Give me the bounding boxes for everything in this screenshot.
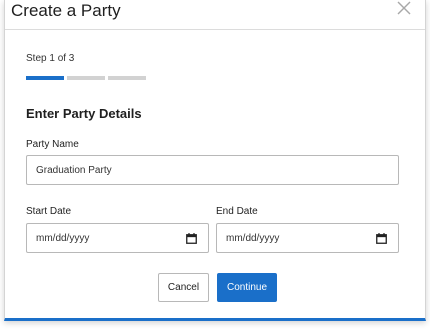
end-date-input[interactable]: mm/dd/yyyy	[216, 223, 399, 253]
close-icon[interactable]	[397, 1, 413, 17]
calendar-icon[interactable]	[376, 233, 387, 247]
party-name-input[interactable]: Graduation Party	[26, 155, 399, 185]
dialog-header: Create a Party	[5, 0, 425, 30]
party-name-label: Party Name	[26, 139, 79, 150]
step-segment-3	[108, 76, 146, 80]
step-indicator-label: Step 1 of 3	[26, 53, 75, 64]
end-date-label: End Date	[216, 206, 258, 217]
start-date-placeholder: mm/dd/yyyy	[36, 232, 90, 244]
create-party-dialog: Create a Party Step 1 of 3 Enter Party D…	[4, 0, 426, 321]
start-date-label: Start Date	[26, 206, 72, 217]
section-title: Enter Party Details	[26, 106, 142, 121]
step-segment-1	[26, 76, 64, 80]
cancel-button[interactable]: Cancel	[158, 273, 209, 302]
step-segment-2	[67, 76, 105, 80]
party-name-value: Graduation Party	[36, 164, 112, 176]
dialog-title: Create a Party	[11, 1, 121, 20]
continue-button[interactable]: Continue	[217, 273, 277, 302]
end-date-placeholder: mm/dd/yyyy	[226, 232, 280, 244]
calendar-icon[interactable]	[186, 233, 197, 247]
start-date-input[interactable]: mm/dd/yyyy	[26, 223, 209, 253]
